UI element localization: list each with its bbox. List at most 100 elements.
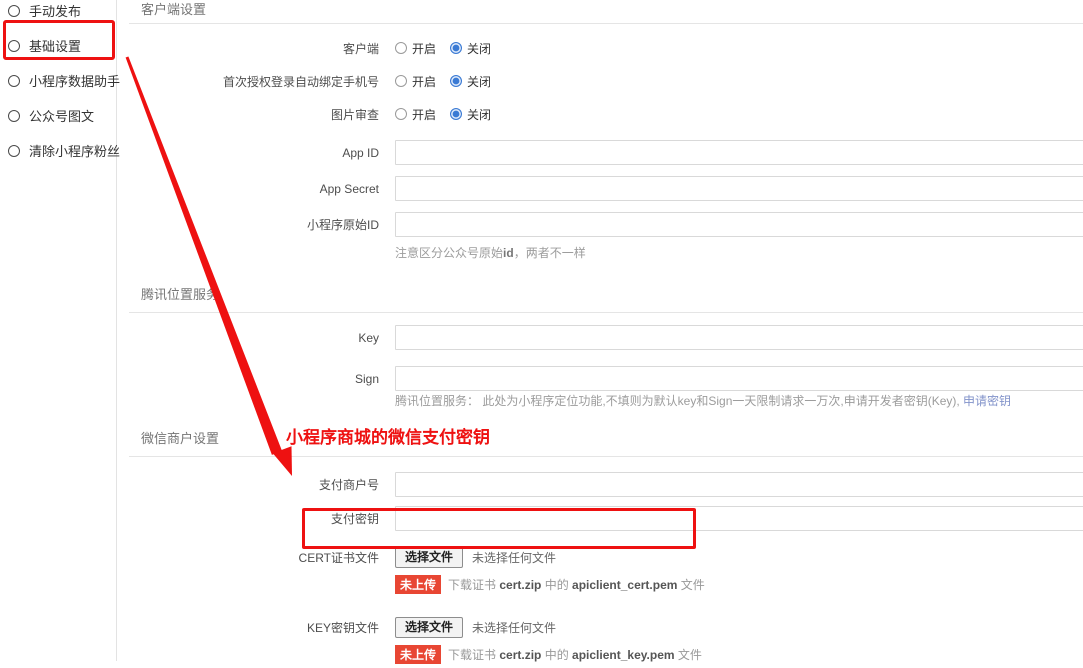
form-row-merchant-id: 支付商户号 [117, 472, 1083, 497]
merchant-id-input[interactable] [395, 472, 1083, 497]
choose-file-button[interactable]: 选择文件 [395, 617, 463, 638]
hint-text: 注意区分公众号原始 [395, 246, 503, 260]
location-sign-input[interactable] [395, 366, 1083, 391]
cert-file-status: 未上传 下载证书 cert.zip 中的 apiclient_cert.pem … [395, 575, 1083, 594]
form-row-app-secret: App Secret [117, 176, 1083, 201]
main-content: 客户端设置 客户端 开启 关闭 首次授权登录自动绑定手机号 开启 [117, 0, 1083, 668]
radio-label: 关闭 [467, 106, 491, 123]
field-label: App ID [117, 146, 395, 160]
radio-unchecked-icon[interactable] [395, 42, 407, 54]
desc-text: 文件 [677, 578, 704, 592]
file-desc: 下载证书 cert.zip 中的 apiclient_key.pem 文件 [448, 646, 702, 663]
sidebar-item-label: 小程序数据助手 [29, 71, 120, 90]
hint-text: ，两者不一样 [514, 246, 586, 260]
key-file-status: 未上传 下载证书 cert.zip 中的 apiclient_key.pem 文… [395, 645, 1083, 664]
desc-pem: apiclient_cert.pem [572, 578, 677, 592]
app-secret-input[interactable] [395, 176, 1083, 201]
radio-option-on[interactable]: 开启 [395, 73, 436, 90]
radio-unchecked-icon[interactable] [395, 108, 407, 120]
form-row-key-file: KEY密钥文件 选择文件 未选择任何文件 [117, 617, 1083, 638]
file-desc: 下载证书 cert.zip 中的 apiclient_cert.pem 文件 [448, 576, 705, 593]
radio-option-on[interactable]: 开启 [395, 40, 436, 57]
section-divider [129, 456, 1083, 457]
no-file-text: 未选择任何文件 [472, 549, 556, 566]
radio-checked-icon[interactable] [450, 108, 462, 120]
sidebar-item-label: 手动发布 [29, 1, 81, 20]
section-title-client-settings: 客户端设置 [141, 2, 1083, 18]
form-row-original-id: 小程序原始ID [117, 212, 1083, 237]
sidebar-item-clear-miniprogram-fans[interactable]: 清除小程序粉丝 [0, 133, 116, 168]
desc-zip: cert.zip [499, 648, 541, 662]
radio-unchecked-icon[interactable] [395, 75, 407, 87]
desc-zip: cert.zip [499, 578, 541, 592]
form-row-sign: Sign [117, 366, 1083, 391]
radio-circle-icon [8, 145, 20, 157]
radio-label: 开启 [412, 40, 436, 57]
sidebar-item-basic-settings[interactable]: 基础设置 [0, 28, 116, 63]
desc-text: 文件 [675, 648, 702, 662]
sidebar-item-label: 基础设置 [29, 36, 81, 55]
sign-hint: 腾讯位置服务： 此处为小程序定位功能,不填则为默认key和Sign一天限制请求一… [395, 394, 1083, 408]
sidebar-item-label: 清除小程序粉丝 [29, 141, 120, 160]
form-row-client: 客户端 开启 关闭 [117, 37, 1083, 59]
radio-option-on[interactable]: 开启 [395, 106, 436, 123]
radio-circle-icon [8, 5, 20, 17]
no-file-text: 未选择任何文件 [472, 619, 556, 636]
page: 手动发布 基础设置 小程序数据助手 公众号图文 清除小程序粉丝 客户端设置 客户… [0, 0, 1083, 668]
field-label: 支付商户号 [117, 476, 395, 493]
not-uploaded-badge: 未上传 [395, 575, 441, 594]
sidebar-item-label: 公众号图文 [29, 106, 94, 125]
field-label: 小程序原始ID [117, 216, 395, 233]
field-label: 客户端 [117, 40, 395, 57]
radio-label: 关闭 [467, 40, 491, 57]
sidebar: 手动发布 基础设置 小程序数据助手 公众号图文 清除小程序粉丝 [0, 0, 117, 661]
field-label: 支付密钥 [117, 510, 395, 527]
original-id-hint: 注意区分公众号原始id，两者不一样 [395, 246, 1083, 260]
field-label: App Secret [117, 182, 395, 196]
radio-circle-icon [8, 40, 20, 52]
radio-circle-icon [8, 75, 20, 87]
form-row-app-id: App ID [117, 140, 1083, 165]
pay-key-input[interactable] [395, 506, 1083, 531]
section-divider [129, 23, 1083, 24]
sidebar-item-manual-publish[interactable]: 手动发布 [0, 0, 116, 28]
sidebar-item-official-account-articles[interactable]: 公众号图文 [0, 98, 116, 133]
radio-group-image-review: 开启 关闭 [395, 106, 491, 123]
hint-text: 腾讯位置服务： 此处为小程序定位功能,不填则为默认key和Sign一天限制请求一… [395, 394, 963, 408]
field-label: 首次授权登录自动绑定手机号 [117, 73, 395, 90]
radio-option-off[interactable]: 关闭 [450, 40, 491, 57]
desc-text: 中的 [541, 578, 572, 592]
form-row-cert-file: CERT证书文件 选择文件 未选择任何文件 [117, 547, 1083, 568]
app-id-input[interactable] [395, 140, 1083, 165]
desc-text: 下载证书 [448, 578, 499, 592]
original-id-input[interactable] [395, 212, 1083, 237]
not-uploaded-badge: 未上传 [395, 645, 441, 664]
radio-group-bind-phone: 开启 关闭 [395, 73, 491, 90]
section-title-wechat-merchant: 微信商户设置 [141, 431, 1083, 447]
radio-checked-icon[interactable] [450, 75, 462, 87]
desc-text: 下载证书 [448, 648, 499, 662]
section-divider [129, 312, 1083, 313]
radio-label: 开启 [412, 106, 436, 123]
form-row-key: Key [117, 325, 1083, 350]
radio-option-off[interactable]: 关闭 [450, 73, 491, 90]
field-label: 图片审查 [117, 106, 395, 123]
location-key-input[interactable] [395, 325, 1083, 350]
radio-circle-icon [8, 110, 20, 122]
desc-pem: apiclient_key.pem [572, 648, 675, 662]
radio-label: 开启 [412, 73, 436, 90]
desc-text: 中的 [541, 648, 572, 662]
field-label: CERT证书文件 [117, 549, 395, 566]
section-title-tencent-location: 腾讯位置服务 [141, 287, 1083, 303]
field-label: KEY密钥文件 [117, 619, 395, 636]
sidebar-item-miniprogram-data-assistant[interactable]: 小程序数据助手 [0, 63, 116, 98]
form-row-pay-key: 支付密钥 [117, 506, 1083, 531]
radio-label: 关闭 [467, 73, 491, 90]
form-row-image-review: 图片审查 开启 关闭 [117, 103, 1083, 125]
radio-option-off[interactable]: 关闭 [450, 106, 491, 123]
hint-bold: id [503, 246, 514, 260]
field-label: Sign [117, 372, 395, 386]
choose-file-button[interactable]: 选择文件 [395, 547, 463, 568]
apply-key-link[interactable]: 申请密钥 [963, 394, 1011, 408]
radio-checked-icon[interactable] [450, 42, 462, 54]
